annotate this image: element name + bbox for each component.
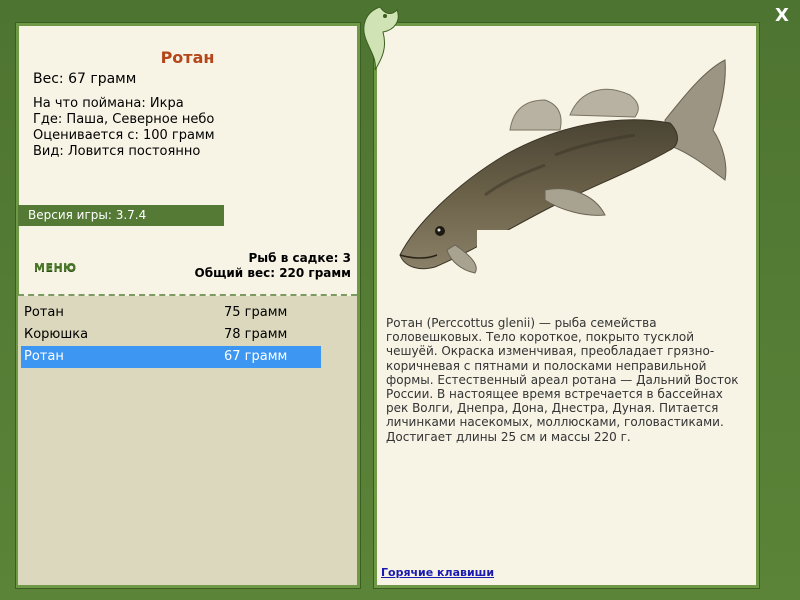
- fish-list-item-weight: 75 грамм: [224, 305, 288, 320]
- fish-picture: [399, 59, 745, 280]
- fish-valued-from: Оценивается с: 100 грамм: [33, 128, 215, 143]
- caught-fish-list: Ротан 75 грамм Корюшка 78 грамм Ротан 67…: [21, 302, 321, 368]
- fish-location: Где: Паша, Северное небо: [33, 112, 215, 127]
- fish-list-item-name: Ротан: [24, 305, 64, 320]
- fish-list-item-weight: 67 грамм: [224, 349, 288, 364]
- fish-count: Рыб в садке: 3: [248, 251, 352, 265]
- game-version: Версия игры: 3.7.4: [18, 205, 224, 226]
- close-button[interactable]: X: [772, 6, 792, 26]
- total-weight: Общий вес: 220 грамм: [194, 266, 351, 280]
- fish-list-item-name: Ротан: [24, 349, 64, 364]
- fish-list-item-weight: 78 грамм: [224, 327, 288, 342]
- fish-type: Вид: Ловится постоянно: [33, 144, 201, 159]
- dashed-divider: [18, 294, 357, 296]
- fish-weight: Вес: 67 грамм: [33, 71, 137, 87]
- fish-list-item-selected[interactable]: Ротан 67 грамм: [21, 346, 321, 368]
- fish-list-item[interactable]: Корюшка 78 грамм: [21, 324, 321, 346]
- fish-list-item-name: Корюшка: [24, 327, 89, 342]
- fish-list-item[interactable]: Ротан 75 грамм: [21, 302, 321, 324]
- menu-button[interactable]: МЕНЮ: [34, 261, 77, 274]
- hotkeys-link[interactable]: Горячие клавиши: [381, 566, 494, 579]
- fish-name-title: Ротан: [160, 48, 215, 67]
- keepnet-stats: Рыб в садке: 3 Общий вес: 220 грамм: [195, 251, 351, 281]
- fish-bait: На что поймана: Икра: [33, 96, 184, 111]
- fish-description: Ротан (Perccottus glenii) — рыба семейст…: [386, 316, 739, 444]
